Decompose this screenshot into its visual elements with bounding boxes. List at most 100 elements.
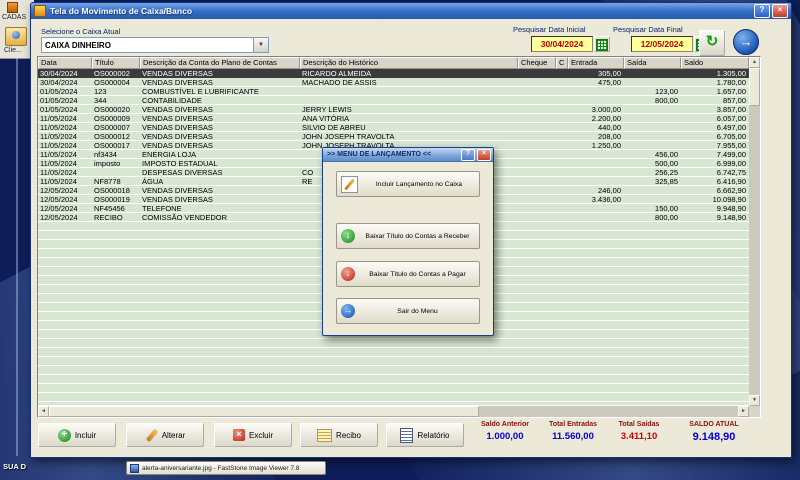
scroll-up-icon[interactable]: ▲: [749, 57, 760, 68]
cell-saldo: 7.955,00: [716, 141, 746, 150]
dialog-help-button[interactable]: ?: [461, 148, 475, 161]
baixar-pagar-button[interactable]: ↓ Baixar Título do Contas a Pagar: [336, 261, 480, 287]
cell-c: [556, 213, 568, 222]
recibo-button[interactable]: Recibo: [300, 423, 378, 447]
cell-saldo: 6.662,90: [716, 186, 746, 195]
horizontal-scroll-thumb[interactable]: [49, 406, 479, 417]
cell-data: 12/05/2024: [40, 195, 78, 204]
dialog-titlebar[interactable]: >> MENU DE LANÇAMENTO << ? ×: [323, 148, 493, 162]
cell-titulo: 344: [94, 96, 107, 105]
cell-titulo: OS000004: [94, 78, 130, 87]
cell-c: [556, 195, 568, 204]
cell-saldo: 9.948,90: [716, 204, 746, 213]
cell-titulo: NF45456: [94, 204, 125, 213]
refresh-button[interactable]: ↻: [699, 30, 725, 56]
cell-historico: [300, 87, 518, 96]
date-start-field[interactable]: 30/04/2024: [531, 36, 593, 52]
cell-titulo: RECIBO: [94, 213, 123, 222]
search-go-button[interactable]: →: [733, 29, 759, 55]
cell-entrada: 440,00: [598, 123, 621, 132]
column-header-cheque[interactable]: Cheque: [518, 57, 556, 69]
table-row[interactable]: 30/04/2024 OS000004 VENDAS DIVERSAS MACHADO…: [38, 78, 749, 87]
dialog-close-button[interactable]: ×: [477, 148, 491, 161]
date-end-label: Pesquisar Data Final: [613, 25, 683, 34]
alterar-button[interactable]: Alterar: [126, 423, 204, 447]
cell-titulo: OS000012: [94, 132, 130, 141]
excluir-button[interactable]: × Excluir: [214, 423, 292, 447]
date-end-field[interactable]: 12/05/2024: [631, 36, 693, 52]
date-start-calendar-button[interactable]: [594, 36, 610, 52]
cell-cheque: [518, 168, 556, 177]
cell-saida: [624, 195, 681, 204]
cell-saida: [624, 114, 681, 123]
cell-saldo: 1.305,00: [716, 69, 746, 78]
cell-c: [556, 87, 568, 96]
cell-c: [556, 204, 568, 213]
cell-saida: 256,25: [655, 168, 678, 177]
vertical-scroll-thumb[interactable]: [749, 68, 760, 106]
cell-entrada: [568, 159, 624, 168]
cell-entrada: 305,00: [598, 69, 621, 78]
exit-icon: →: [341, 304, 355, 318]
horizontal-scrollbar[interactable]: ◄ ►: [38, 406, 749, 417]
caixa-select[interactable]: CAIXA DINHEIRO ▼: [41, 37, 269, 53]
incluir-lancamento-button[interactable]: Incluir Lançamento no Caixa: [336, 171, 480, 197]
cell-saida: [624, 123, 681, 132]
cell-saida: [624, 186, 681, 195]
cell-data: 01/05/2024: [40, 105, 78, 114]
cell-data: 12/05/2024: [40, 213, 78, 222]
column-header-conta[interactable]: Descrição da Conta do Plano de Contas: [140, 57, 300, 69]
cell-saldo: 857,00: [723, 96, 746, 105]
window-titlebar[interactable]: Tela do Movimento de Caixa/Banco ? ×: [31, 3, 791, 19]
cell-data: 11/05/2024: [40, 177, 77, 186]
cell-titulo: OS000019: [94, 195, 130, 204]
cell-conta: TELEFONE: [142, 204, 182, 213]
table-row[interactable]: 11/05/2024 OS000007 VENDAS DIVERSAS SILVIO …: [38, 123, 749, 132]
incluir-button[interactable]: + Incluir: [38, 423, 116, 447]
cell-c: [556, 168, 568, 177]
cell-titulo: OS000020: [94, 105, 130, 114]
column-header-saida[interactable]: Saída: [624, 57, 681, 69]
scroll-right-icon[interactable]: ►: [738, 406, 749, 417]
cell-conta: VENDAS DIVERSAS: [142, 195, 213, 204]
add-icon: +: [57, 428, 71, 442]
cell-conta: VENDAS DIVERSAS: [142, 78, 213, 87]
cell-entrada: 246,00: [598, 186, 621, 195]
cell-cheque: [518, 78, 556, 87]
column-header-titulo[interactable]: Título: [92, 57, 140, 69]
image-viewer-icon: [130, 463, 139, 473]
receive-down-icon: ↓: [341, 229, 355, 243]
column-header-historico[interactable]: Descrição do Histórico: [300, 57, 518, 69]
cell-conta: VENDAS DIVERSAS: [142, 123, 213, 132]
cell-historico: JOHN JOSEPH TRAVOLTA: [302, 132, 395, 141]
vertical-scrollbar[interactable]: ▲ ▼: [749, 57, 760, 406]
scroll-down-icon[interactable]: ▼: [749, 395, 760, 406]
column-header-data[interactable]: Data: [38, 57, 92, 69]
column-header-entrada[interactable]: Entrada: [568, 57, 624, 69]
chevron-down-icon[interactable]: ▼: [253, 38, 268, 52]
table-row[interactable]: 01/05/2024 OS000020 VENDAS DIVERSAS JERRY L…: [38, 105, 749, 114]
cell-entrada: 2.200,00: [591, 114, 621, 123]
cell-cheque: [518, 87, 556, 96]
window-help-button[interactable]: ?: [754, 4, 770, 18]
column-header-c[interactable]: C: [556, 57, 568, 69]
column-header-saldo[interactable]: Saldo: [681, 57, 749, 69]
scroll-left-icon[interactable]: ◄: [38, 406, 49, 417]
sair-menu-button[interactable]: → Sair do Menu: [336, 298, 480, 324]
taskbar-item[interactable]: alerta-aniversariante.jpg - FastStone Im…: [126, 461, 326, 475]
baixar-receber-button[interactable]: ↓ Baixar Título do Contas a Receber: [336, 223, 480, 249]
cell-cheque: [518, 96, 556, 105]
window-close-button[interactable]: ×: [772, 4, 788, 18]
table-row[interactable]: 11/05/2024 OS000009 VENDAS DIVERSAS ANA VIT…: [38, 114, 749, 123]
clients-icon[interactable]: [5, 27, 27, 46]
table-row[interactable]: 01/05/2024 344 CONTABILIDADE 800,00 857,00: [38, 96, 749, 105]
caixa-select-label: Selecione o Caixa Atual: [41, 27, 121, 36]
cell-saldo: 9.148,90: [716, 213, 746, 222]
relatorio-button[interactable]: Relatório: [386, 423, 464, 447]
table-row[interactable]: 11/05/2024 OS000012 VENDAS DIVERSAS JOHN JO…: [38, 132, 749, 141]
cell-historico: RICARDO ALMEIDA: [302, 69, 372, 78]
table-row[interactable]: 01/05/2024 123 COMBUSTÍVEL E LUBRIFICANTE 1…: [38, 87, 749, 96]
cell-entrada: [568, 96, 624, 105]
table-row[interactable]: 30/04/2024 OS000002 VENDAS DIVERSAS RICARDO…: [38, 69, 749, 78]
cell-conta: VENDAS DIVERSAS: [142, 105, 213, 114]
